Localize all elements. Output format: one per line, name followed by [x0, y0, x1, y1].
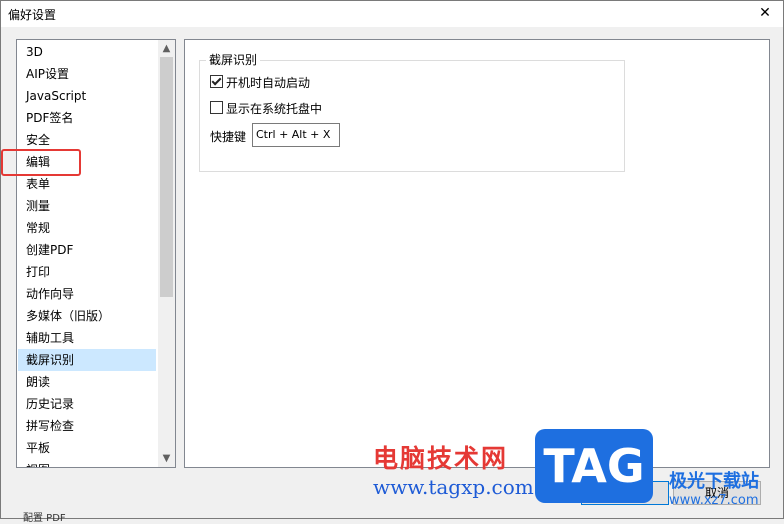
category-item[interactable]: 辅助工具: [18, 327, 156, 349]
background-text-fragment: 配置 PDF: [23, 513, 66, 524]
category-item[interactable]: 截屏识别: [18, 349, 156, 371]
category-item[interactable]: PDF签名: [18, 107, 156, 129]
category-list: 3D AIP设置 JavaScript PDF签名 安全 编辑 表单 测量 常规 创建PDF 打印动…: [16, 39, 176, 468]
option-auto-start[interactable]: 开机时自动启动: [210, 75, 310, 91]
category-item[interactable]: 历史记录: [18, 393, 156, 415]
category-item[interactable]: 测量: [18, 195, 156, 217]
category-item[interactable]: 拼写检查: [18, 415, 156, 437]
category-item[interactable]: 平板: [18, 437, 156, 459]
close-icon[interactable]: ✕: [755, 3, 775, 23]
group-title: 截屏识别: [206, 52, 261, 68]
watermark-url: www.tagxp.com: [373, 475, 534, 499]
category-item[interactable]: 朗读: [18, 371, 156, 393]
category-item[interactable]: JavaScript: [18, 85, 156, 107]
shortcut-label: 快捷键: [210, 130, 247, 144]
category-item[interactable]: AIP设置: [18, 63, 156, 85]
category-item[interactable]: 表单: [18, 173, 156, 195]
category-item[interactable]: 创建PDF: [18, 239, 156, 261]
shortcut-input[interactable]: Ctrl + Alt + X: [252, 123, 340, 147]
scroll-up-arrow-icon[interactable]: ▲: [158, 40, 175, 57]
category-item[interactable]: 常规: [18, 217, 156, 239]
ok-button[interactable]: 确定: [581, 481, 669, 505]
cancel-button[interactable]: 取消: [673, 481, 761, 505]
system-tray-checkbox[interactable]: [210, 101, 223, 114]
category-item[interactable]: 动作向导: [18, 283, 156, 305]
annotation-highlight-box: [1, 149, 81, 176]
window-title: 偏好设置: [8, 8, 57, 22]
title-bar: 偏好设置 ✕: [1, 1, 783, 27]
category-item[interactable]: 安全: [18, 129, 156, 151]
category-item[interactable]: 视图: [18, 459, 156, 467]
category-item[interactable]: 多媒体（旧版）: [18, 305, 156, 327]
vertical-scrollbar[interactable]: ▲ ▼: [158, 40, 175, 467]
option-system-tray[interactable]: 显示在系统托盘中: [210, 101, 322, 117]
auto-start-checkbox[interactable]: [210, 75, 223, 88]
category-item[interactable]: 3D: [18, 41, 156, 63]
system-tray-label: 显示在系统托盘中: [226, 102, 323, 116]
auto-start-label: 开机时自动启动: [226, 76, 311, 90]
scrollbar-thumb[interactable]: [160, 57, 173, 297]
preferences-dialog: 偏好设置 ✕ 3D AIP设置 JavaScript PDF签名 安全 编辑 表单 测量 常规创…: [0, 0, 784, 524]
screenshot-ocr-group: 截屏识别 开机时自动启动 显示在系统托盘中 快捷键 Ctrl + Alt + X: [199, 52, 625, 172]
category-item[interactable]: 打印: [18, 261, 156, 283]
scroll-down-arrow-icon[interactable]: ▼: [158, 450, 175, 467]
settings-panel: 截屏识别 开机时自动启动 显示在系统托盘中 快捷键 Ctrl + Alt + X: [184, 39, 770, 468]
